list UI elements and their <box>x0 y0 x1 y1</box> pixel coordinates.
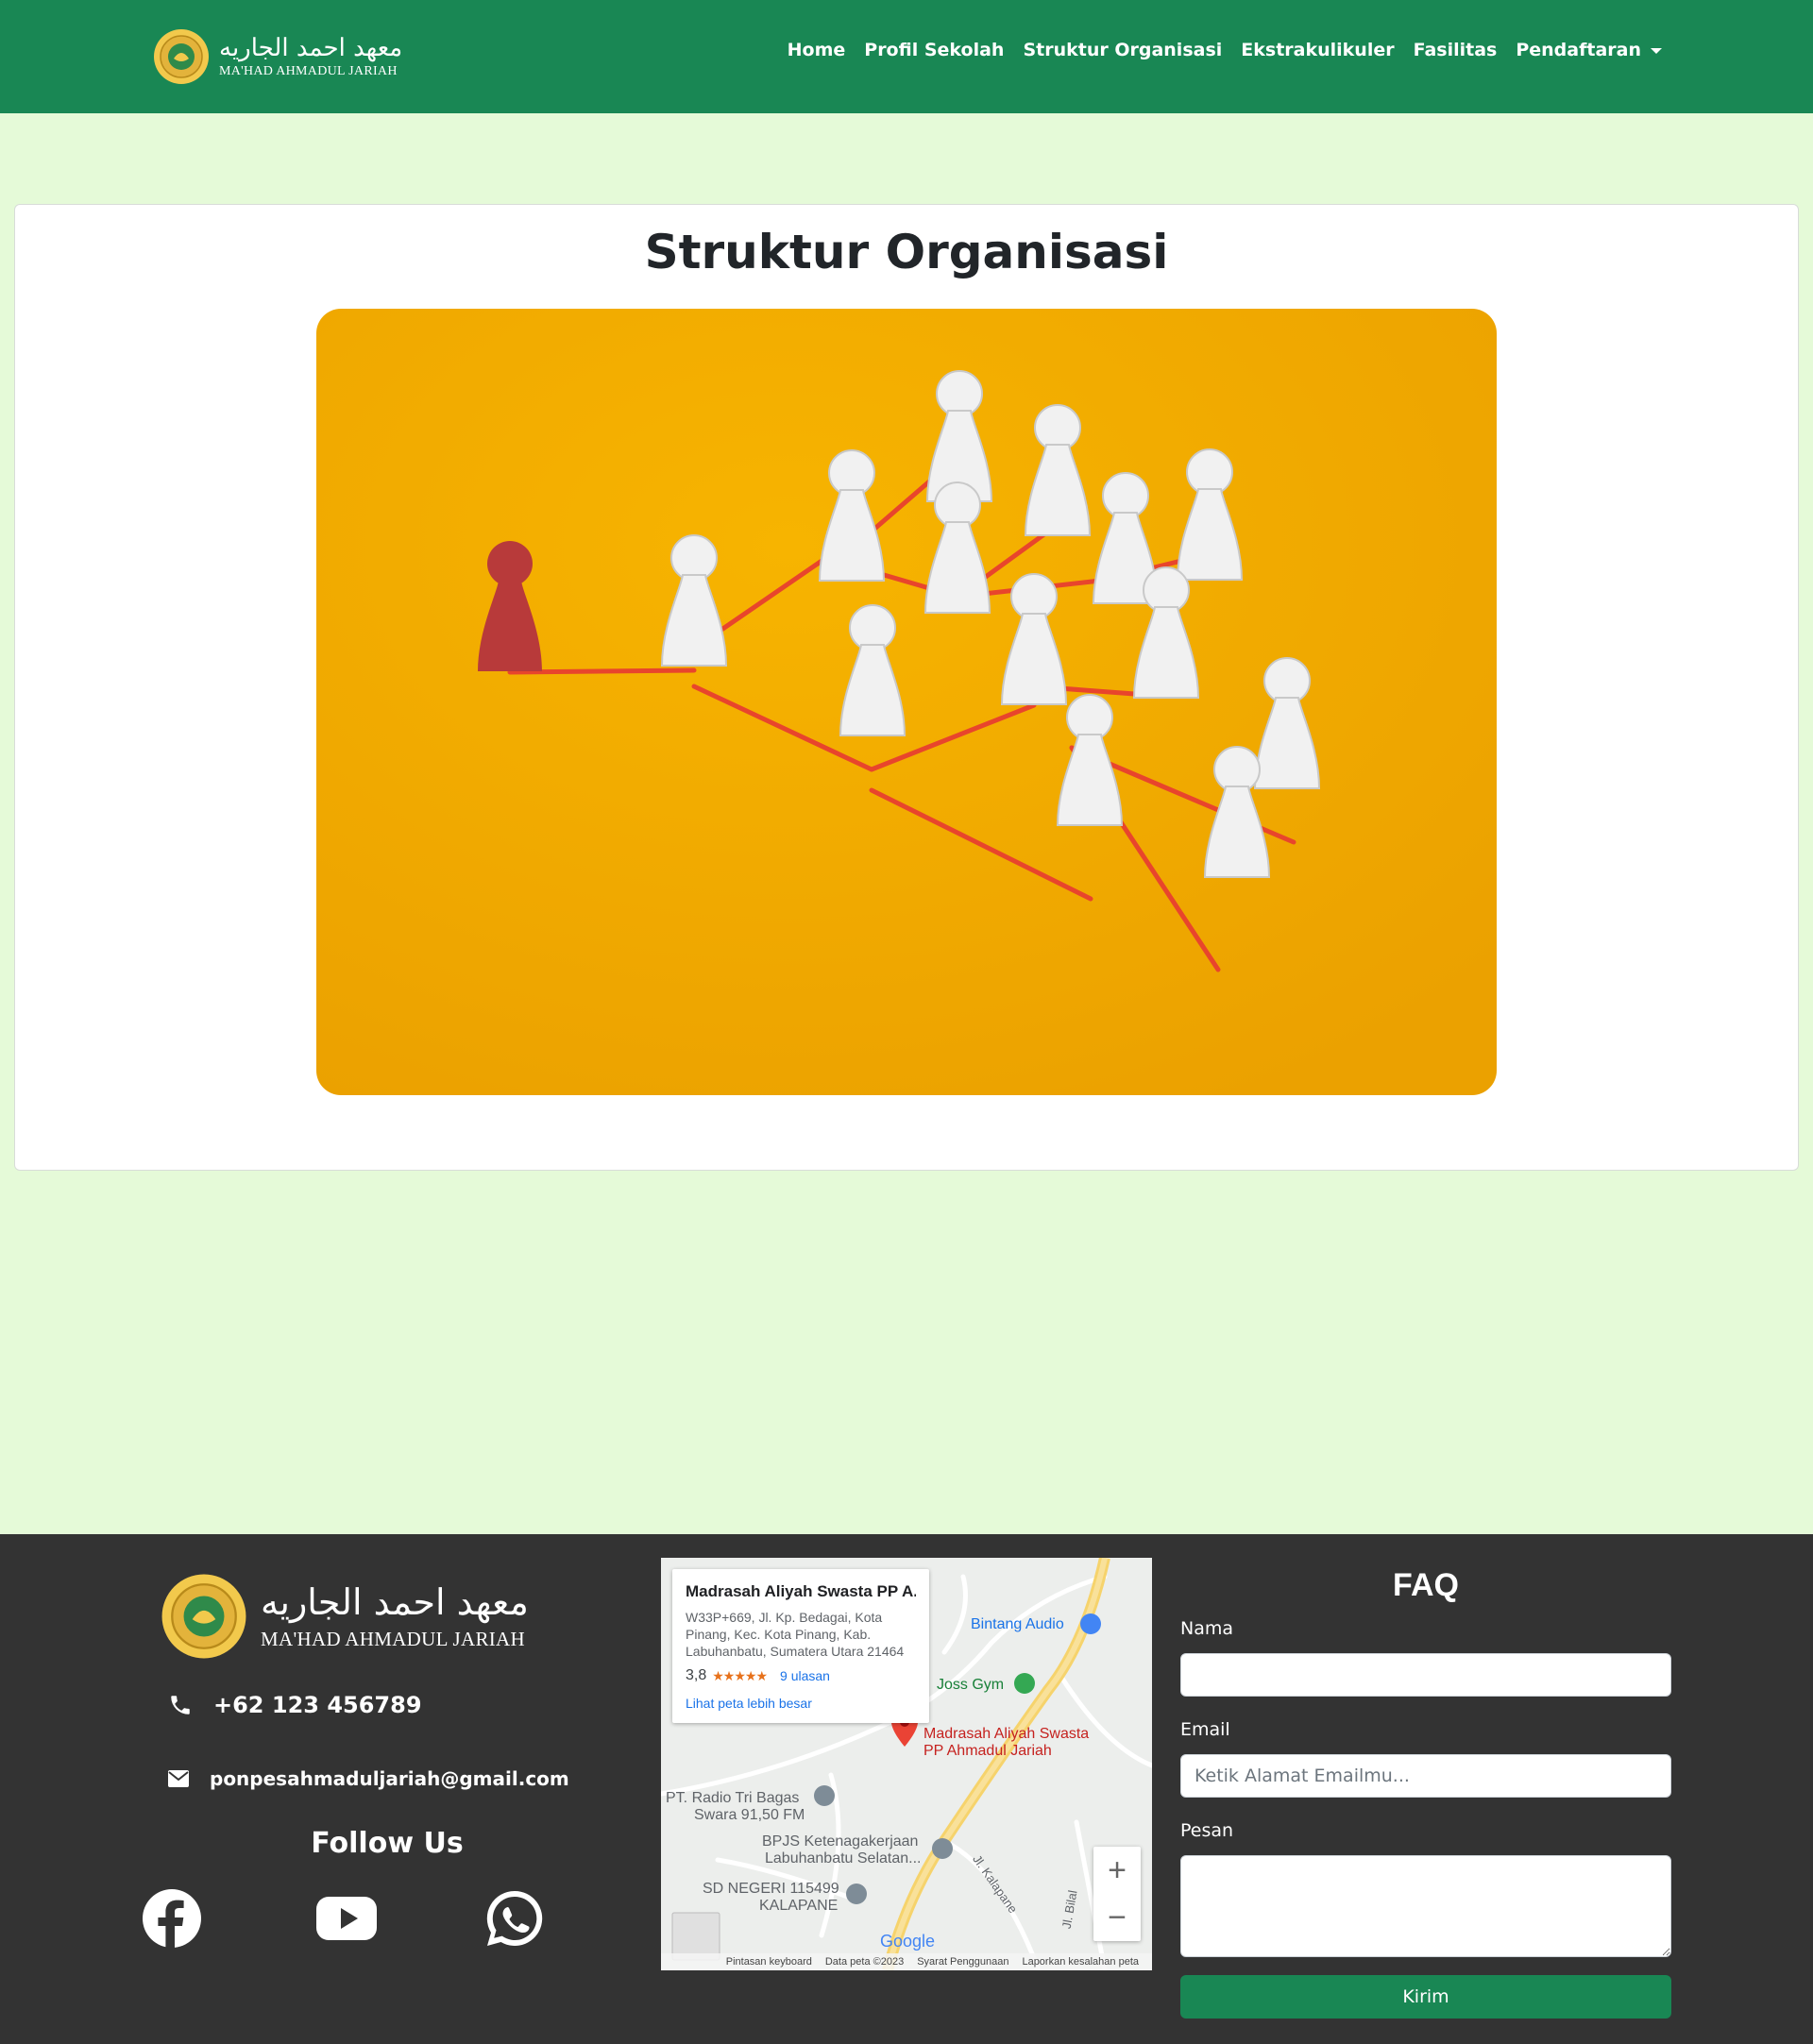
nav-fasilitas[interactable]: Fasilitas <box>1414 40 1498 60</box>
map-data-credit: Data peta ©2023 <box>824 1956 905 1968</box>
email-label: Email <box>1180 1719 1230 1740</box>
page-title: Struktur Organisasi <box>644 225 1169 279</box>
nav-menu: Home Profil Sekolah Struktur Organisasi … <box>769 40 1662 60</box>
map-zoom-controls: + − <box>1093 1847 1141 1941</box>
map-label-bpjs-1[interactable]: BPJS Ketenagakerjaan <box>762 1833 918 1850</box>
envelope-icon <box>168 1770 189 1787</box>
message-textarea[interactable] <box>1180 1855 1671 1957</box>
map-label-joss[interactable]: Joss Gym <box>937 1677 1004 1694</box>
footer-email: ponpesahmaduljariah@gmail.com <box>168 1767 569 1790</box>
brand-latin-name: MA'HAD AHMADUL JARIAH <box>219 64 398 78</box>
school-emblem-icon <box>161 1574 246 1659</box>
faq-title: FAQ <box>1393 1567 1459 1603</box>
nav-pendaftaran-label: Pendaftaran <box>1516 40 1641 60</box>
navbar: معهد احمد الجاريه MA'HAD AHMADUL JARIAH … <box>0 0 1813 113</box>
star-rating-icon: ★★★★★ <box>712 1667 768 1683</box>
map-marker-label-1[interactable]: Madrasah Aliyah Swasta <box>923 1726 1089 1743</box>
whatsapp-icon[interactable] <box>484 1888 545 1949</box>
brand-arabic-name: معهد احمد الجاريه <box>219 34 403 62</box>
map-label-radio-1[interactable]: PT. Radio Tri Bagas <box>666 1790 799 1807</box>
map-report-error[interactable]: Laporkan kesalahan peta <box>1022 1956 1139 1968</box>
footer-phone: +62 123 456789 <box>168 1692 422 1718</box>
map-label-radio-2[interactable]: Swara 91,50 FM <box>694 1807 805 1824</box>
nav-profil-sekolah[interactable]: Profil Sekolah <box>864 40 1004 60</box>
rating-value: 3,8 <box>686 1667 707 1683</box>
name-label: Nama <box>1180 1618 1234 1639</box>
nav-home[interactable]: Home <box>788 40 846 60</box>
map-terms[interactable]: Syarat Penggunaan <box>917 1956 1008 1968</box>
navbar-brand[interactable]: معهد احمد الجاريه MA'HAD AHMADUL JARIAH <box>153 26 402 87</box>
youtube-icon[interactable] <box>316 1888 377 1949</box>
footer-arabic-name: معهد احمد الجاريه <box>261 1580 529 1623</box>
map-place-title: Madrasah Aliyah Swasta PP A... <box>686 1582 916 1600</box>
phone-number: +62 123 456789 <box>213 1692 422 1718</box>
email-field[interactable] <box>1180 1754 1671 1798</box>
school-emblem-icon <box>154 29 209 84</box>
map-place-card: Madrasah Aliyah Swasta PP A... W33P+669,… <box>672 1569 929 1723</box>
map-label-sd-1[interactable]: SD NEGERI 115499 <box>703 1881 839 1898</box>
submit-button[interactable]: Kirim <box>1180 1975 1671 2019</box>
map-label-sd-2[interactable]: KALAPANE <box>759 1898 838 1915</box>
map-place-rating: 3,8 ★★★★★ 9 ulasan <box>686 1667 916 1684</box>
facebook-icon[interactable] <box>142 1888 202 1949</box>
zoom-in-button[interactable]: + <box>1093 1847 1141 1894</box>
email-address[interactable]: ponpesahmaduljariah@gmail.com <box>210 1767 569 1790</box>
footer-latin-name: MA'HAD AHMADUL JARIAH <box>261 1627 525 1650</box>
caret-down-icon <box>1651 47 1662 54</box>
map-keyboard-shortcuts[interactable]: Pintasan keyboard <box>726 1956 812 1968</box>
map-footer-bar: Pintasan keyboard Data peta ©2023 Syarat… <box>661 1953 1152 1970</box>
map-label-bpjs-2[interactable]: Labuhanbatu Selatan... <box>765 1850 921 1867</box>
phone-icon <box>171 1696 190 1715</box>
organization-network-figures-image <box>316 309 1497 1095</box>
name-field[interactable] <box>1180 1653 1671 1697</box>
nav-struktur-organisasi[interactable]: Struktur Organisasi <box>1023 40 1222 60</box>
map-place-address: W33P+669, Jl. Kp. Bedagai, Kota Pinang, … <box>686 1610 905 1659</box>
reviews-link[interactable]: 9 ulasan <box>780 1668 830 1683</box>
nav-ekstrakulikuler[interactable]: Ekstrakulikuler <box>1241 40 1394 60</box>
footer-brand: معهد احمد الجاريه MA'HAD AHMADUL JARIAH <box>161 1573 529 1660</box>
message-label: Pesan <box>1180 1820 1234 1841</box>
view-larger-map-link[interactable]: Lihat peta lebih besar <box>686 1696 916 1711</box>
embedded-map[interactable]: Madrasah Aliyah Swasta PP A... W33P+669,… <box>661 1558 1152 1970</box>
map-marker-label-2[interactable]: PP Ahmadul Jariah <box>923 1743 1052 1760</box>
map-label-bintang[interactable]: Bintang Audio <box>971 1616 1064 1633</box>
nav-pendaftaran-dropdown[interactable]: Pendaftaran <box>1516 40 1662 60</box>
google-logo: Google <box>880 1932 936 1951</box>
follow-us-title: Follow Us <box>311 1827 464 1860</box>
zoom-out-button[interactable]: − <box>1093 1894 1141 1941</box>
